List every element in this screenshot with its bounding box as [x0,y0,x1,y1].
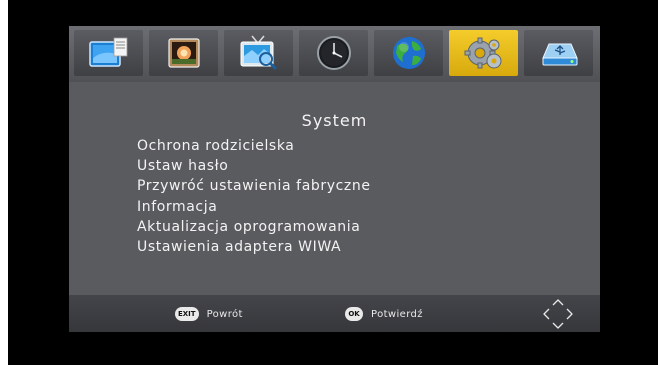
tile-usb[interactable] [524,30,593,76]
ok-key-icon: OK [345,307,363,321]
menu-item-software-update[interactable]: Aktualizacja oprogramowania [137,217,371,237]
menu-title: System [301,111,368,130]
menu-item-set-password[interactable]: Ustaw hasło [137,156,371,176]
picture-icon [168,38,200,68]
menu-item-parental-control[interactable]: Ochrona rodzicielska [137,136,371,156]
menu-item-information[interactable]: Informacja [137,197,371,217]
program-manager-icon [89,37,128,67]
hint-confirm[interactable]: OK Potwierdź [345,306,423,322]
tile-channel-search[interactable] [224,30,293,76]
footer-hints-bar: EXIT Powrót OK Potwierdź [69,295,600,332]
clock-icon [317,36,351,70]
tile-system[interactable] [449,30,518,76]
system-menu-screen: System Ochrona rodzicielska Ustaw hasło … [69,26,600,332]
confirm-label: Potwierdź [371,308,423,320]
channel-search-icon [240,35,278,71]
gears-system-icon [464,37,502,69]
navigation-arrows-icon [543,299,573,329]
exit-key-icon: EXIT [175,307,199,321]
system-menu-list: Ochrona rodzicielska Ustaw hasło Przywró… [137,136,371,257]
usb-storage-icon [542,43,578,66]
menu-item-wiwa-adapter[interactable]: Ustawienia adaptera WIWA [137,237,371,257]
globe-language-icon [393,37,425,69]
tile-program-manager[interactable] [74,30,143,76]
hint-back[interactable]: EXIT Powrót [175,306,243,322]
tile-clock[interactable] [299,30,368,76]
white-frame-edge [0,0,8,365]
menu-item-factory-reset[interactable]: Przywróć ustawienia fabryczne [137,176,371,196]
tile-picture[interactable] [149,30,218,76]
back-label: Powrót [206,308,243,320]
tile-language[interactable] [374,30,443,76]
main-menu-icon-bar [69,26,600,82]
